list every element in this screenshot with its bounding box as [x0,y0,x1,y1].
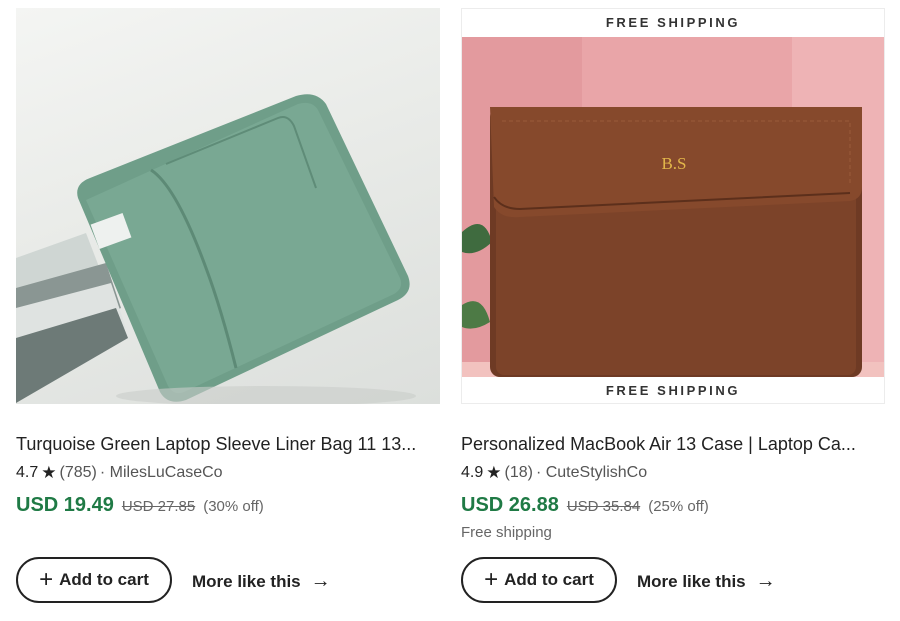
rating-row: 4.7 ★ (785) · MilesLuCaseCo [16,463,223,483]
free-shipping-badge-top: FREE SHIPPING [605,15,741,30]
brown-leather-case-image: B.S [462,37,884,377]
free-shipping-note: Free shipping [461,524,552,541]
shop-name[interactable]: · CuteStylishCo [536,464,647,482]
more-like-this-label: More like this [637,571,746,591]
shop-name[interactable]: · MilesLuCaseCo [100,464,223,482]
rating-row: 4.9 ★ (18) · CuteStylishCo [461,463,647,483]
review-count: (18) [504,464,533,481]
product-card-2[interactable]: FREE SHIPPING B.S FREE SHIPPING Personal… [461,0,885,621]
product-title[interactable]: Turquoise Green Laptop Sleeve Liner Bag … [16,434,440,455]
original-price: USD 27.85 [121,498,196,515]
plus-icon: + [484,566,499,593]
more-like-this-link[interactable]: More like this → [637,570,776,593]
add-to-cart-label: Add to cart [59,570,149,589]
add-to-cart-button[interactable]: + Add to cart [16,557,172,603]
green-laptop-sleeve-image [16,94,416,404]
price-row: USD 26.88 USD 35.84 (25% off) [461,494,709,517]
product-title[interactable]: Personalized MacBook Air 13 Case | Lapto… [461,434,885,455]
review-count: (785) [59,464,97,481]
product-image-green-sleeve[interactable] [16,8,440,404]
star-icon: ★ [486,463,502,482]
star-icon: ★ [41,463,57,482]
monogram-text: B.S [661,154,686,173]
discount-label: (30% off) [203,498,264,515]
arrow-right-icon: → [310,570,331,592]
add-to-cart-label: Add to cart [504,570,594,589]
sale-price: USD 26.88 [461,494,559,516]
rating-score: 4.9 [461,464,484,481]
plus-icon: + [39,566,54,593]
product-image-brown-case[interactable]: FREE SHIPPING B.S FREE SHIPPING [461,8,885,404]
discount-label: (25% off) [648,498,709,515]
sale-price: USD 19.49 [16,494,114,516]
more-like-this-link[interactable]: More like this → [192,570,331,593]
more-like-this-label: More like this [192,571,301,591]
arrow-right-icon: → [755,570,776,592]
price-row: USD 19.49 USD 27.85 (30% off) [16,494,264,517]
add-to-cart-button[interactable]: + Add to cart [461,557,617,603]
original-price: USD 35.84 [566,498,641,515]
free-shipping-badge-bottom: FREE SHIPPING [605,383,741,398]
rating-score: 4.7 [16,464,39,481]
product-card-1[interactable]: Turquoise Green Laptop Sleeve Liner Bag … [16,0,440,621]
